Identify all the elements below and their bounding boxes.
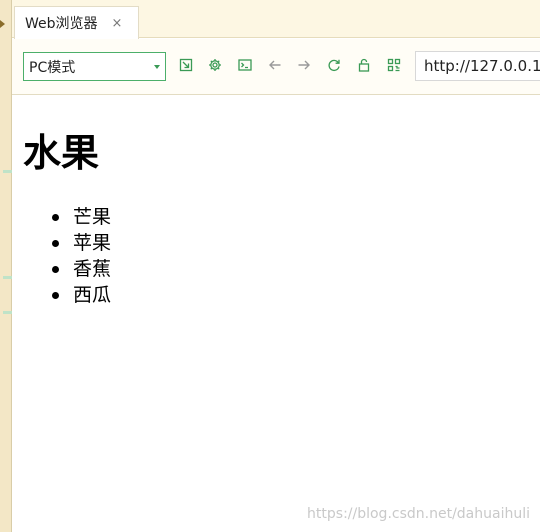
list-item: 香蕉 [45,256,111,282]
settings-gear-icon[interactable] [207,57,223,73]
forward-arrow-icon[interactable] [296,57,312,73]
editor-gutter [0,0,12,532]
mode-select[interactable]: PC模式 [23,52,166,81]
refresh-icon[interactable] [326,57,342,73]
gutter-change-marker [3,276,12,279]
watermark: https://blog.csdn.net/dahuaihuli [307,506,530,522]
gutter-change-marker [3,170,12,173]
console-icon[interactable] [237,57,253,73]
browser-toolbar: PC模式 http://127.0.0.1: [12,39,540,95]
tab-web-browser[interactable]: Web浏览器 × [14,6,139,39]
url-value: http://127.0.0.1: [424,57,540,75]
fruit-list: 芒果 苹果 香蕉 西瓜 [45,204,111,308]
url-input[interactable]: http://127.0.0.1: [415,51,540,81]
close-icon[interactable]: × [112,16,123,31]
list-item: 西瓜 [45,282,111,308]
tab-bar: Web浏览器 × [12,0,540,39]
page-heading: 水果 [23,131,100,175]
gutter-arrow-icon [0,20,5,28]
tab-title: Web浏览器 [25,16,98,32]
gutter-change-marker [3,311,12,314]
list-item: 苹果 [45,230,111,256]
back-arrow-icon[interactable] [267,57,283,73]
list-item: 芒果 [45,204,111,230]
mode-select-value: PC模式 [29,59,76,76]
page-viewport: 水果 芒果 苹果 香蕉 西瓜 https://blog.csdn.net/dah… [12,96,540,532]
chevron-down-icon [154,65,160,69]
lock-icon[interactable] [356,57,372,73]
qr-code-icon[interactable] [386,57,402,73]
open-external-icon[interactable] [178,57,194,73]
